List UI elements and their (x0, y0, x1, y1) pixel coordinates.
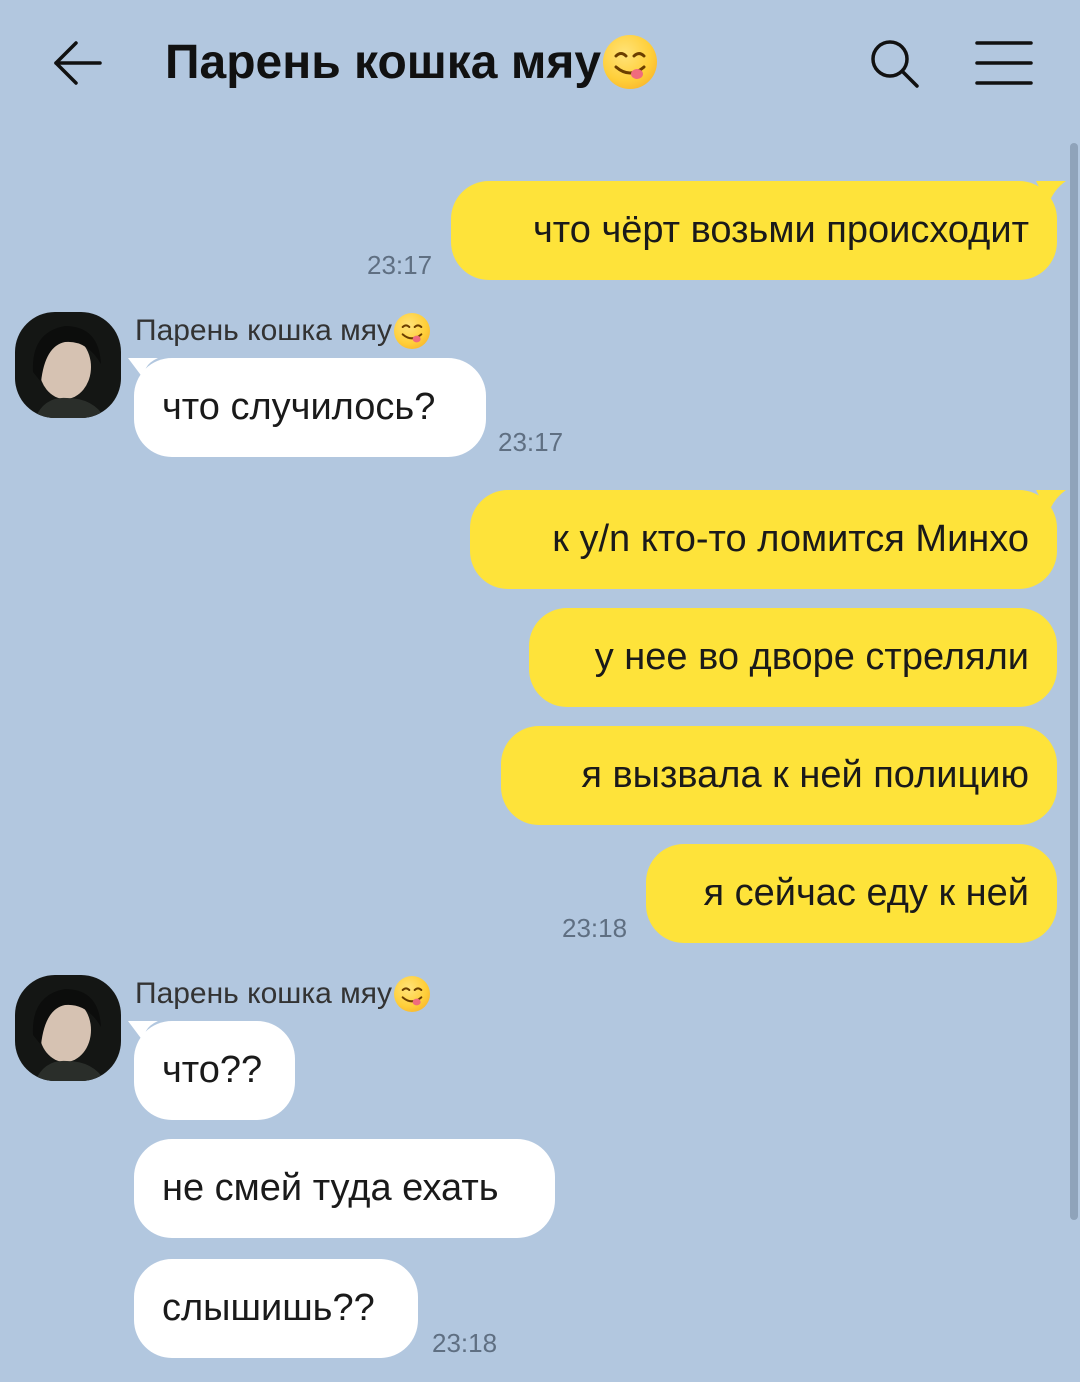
avatar[interactable] (15, 312, 121, 418)
menu-icon[interactable] (974, 38, 1034, 88)
incoming-message-bubble[interactable]: что?? (134, 1021, 295, 1120)
message-text: что случилось? (162, 386, 436, 428)
message-text: слышишь?? (162, 1287, 375, 1329)
back-arrow-icon[interactable] (50, 35, 106, 91)
message-text: не смей туда ехать (162, 1167, 499, 1209)
face-savoring-food-emoji-icon (394, 976, 431, 1012)
outgoing-message-bubble[interactable]: я вызвала к ней полицию (501, 726, 1057, 825)
incoming-message-bubble[interactable]: не смей туда ехать (134, 1139, 555, 1238)
message-timestamp: 23:17 (367, 250, 433, 280)
message-timestamp: 23:17 (498, 427, 564, 457)
sender-name-text: Парень кошка мяу (135, 314, 393, 347)
incoming-bubble-tail (128, 358, 158, 382)
outgoing-message-bubble[interactable]: что чёрт возьми происходит (451, 181, 1057, 280)
face-savoring-food-emoji-icon (603, 35, 658, 89)
search-icon[interactable] (866, 35, 922, 91)
incoming-bubble-tail (128, 1021, 158, 1045)
message-text: я сейчас еду к ней (703, 872, 1029, 914)
message-text: я вызвала к ней полицию (581, 754, 1029, 796)
avatar[interactable] (15, 975, 121, 1081)
chat-title-text: Парень кошка мяу (165, 35, 602, 89)
chat-title: Парень кошка мяу (165, 30, 658, 94)
outgoing-bubble-tail (1036, 490, 1066, 514)
outgoing-message-bubble[interactable]: я сейчас еду к ней (646, 844, 1057, 943)
chat-header: Парень кошка мяу (0, 0, 1080, 125)
message-text: к y/n кто-то ломится Минхо (552, 518, 1029, 560)
message-timestamp: 23:18 (562, 913, 628, 943)
message-text: что?? (162, 1049, 263, 1091)
face-savoring-food-emoji-icon (394, 313, 431, 349)
sender-name: Парень кошка мяу (135, 309, 431, 353)
sender-name: Парень кошка мяу (135, 972, 431, 1016)
incoming-message-bubble[interactable]: что случилось? (134, 358, 486, 457)
outgoing-message-bubble[interactable]: к y/n кто-то ломится Минхо (470, 490, 1057, 589)
sender-name-text: Парень кошка мяу (135, 977, 393, 1010)
incoming-message-bubble[interactable]: слышишь?? (134, 1259, 418, 1358)
message-text: что чёрт возьми происходит (532, 209, 1029, 251)
message-timestamp: 23:18 (432, 1328, 498, 1358)
message-text: у нее во дворе стреляли (594, 636, 1029, 678)
outgoing-bubble-tail (1036, 181, 1066, 205)
outgoing-message-bubble[interactable]: у нее во дворе стреляли (529, 608, 1057, 707)
scrollbar[interactable] (1070, 143, 1078, 1220)
